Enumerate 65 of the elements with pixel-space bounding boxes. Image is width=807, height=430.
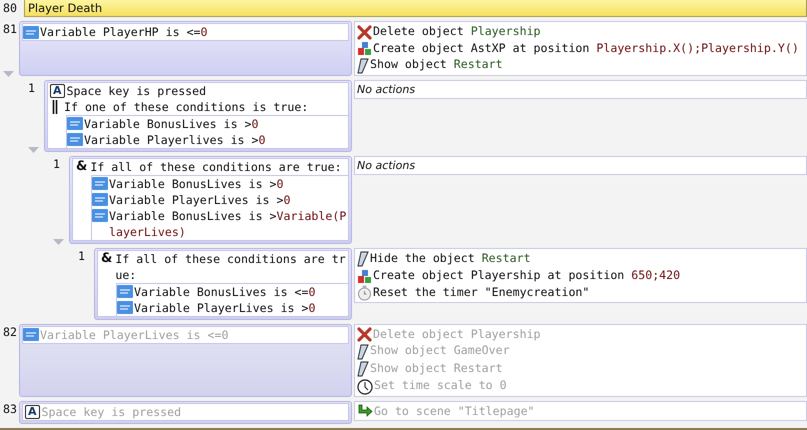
- pencil-icon: [357, 361, 369, 377]
- condition-text: Variable PlayerLives is >0: [134, 300, 316, 316]
- event-number: 1: [27, 80, 36, 96]
- condition-text: Variable PlayerLives is >0: [109, 192, 290, 208]
- condition-panel[interactable]: & If all of these conditions are true: Variable BonusLives is >0 Variable PlayerLives is >0 Variable BonusLives is >Variable(PlayerLives): [69, 156, 352, 244]
- action-text: Delete object Playership: [373, 23, 541, 39]
- collapse-triangle-icon[interactable]: [28, 146, 39, 154]
- action-text: Delete object Playership: [373, 326, 541, 342]
- key-icon: A: [25, 404, 40, 418]
- ampersand-icon: &: [76, 158, 88, 174]
- condition-text: If all of these conditions are true:: [115, 250, 347, 282]
- event-number: 81: [2, 21, 18, 37]
- collapse-triangle-icon[interactable]: [3, 70, 14, 78]
- no-actions-text: No actions: [357, 158, 416, 172]
- condition-panel[interactable]: Variable PlayerHP is <=0: [19, 21, 352, 76]
- arrow-icon: [357, 404, 373, 417]
- condition-text: If all of these conditions are true:: [90, 158, 342, 174]
- condition-text: Variable BonusLives is >0: [109, 176, 284, 192]
- event-number: 82: [2, 324, 18, 340]
- action-text: Show object GameOver: [370, 342, 510, 358]
- pencil-icon: [357, 344, 369, 360]
- condition-text: Variable BonusLives is >0: [84, 116, 259, 132]
- action-text: Reset the timer "Enemycreation": [373, 284, 590, 300]
- key-icon: A: [50, 84, 65, 98]
- stopwatch-icon: [357, 285, 372, 301]
- action-text: Show object Restart: [370, 56, 503, 72]
- variable-icon: [92, 193, 108, 206]
- double-bar-icon: [52, 100, 58, 114]
- variable-icon: [92, 209, 108, 222]
- condition-panel[interactable]: A Space key is pressed If one of these conditions is true: Variable BonusLives is >0 Variable Playerlives is >0: [44, 80, 352, 152]
- action-text: Create object Playership at position 650;420: [373, 267, 680, 283]
- event-number: 1: [52, 156, 61, 172]
- variable-icon: [67, 117, 83, 130]
- variable-icon: [117, 301, 133, 314]
- condition-text: Variable Playerlives is >0: [84, 132, 266, 148]
- ampersand-icon: &: [101, 250, 112, 266]
- condition-text: Variable BonusLives is <=0: [134, 284, 316, 300]
- variable-icon: [23, 26, 39, 38]
- variable-icon: [117, 285, 133, 298]
- action-text: Hide the object Restart: [370, 250, 531, 266]
- condition-panel[interactable]: & If all of these conditions are true: Variable BonusLives is <=0 Variable PlayerLives is >0: [94, 248, 352, 320]
- event-number: 1: [77, 248, 86, 264]
- cross-icon: [357, 24, 372, 40]
- variable-icon: [23, 328, 39, 341]
- collapse-triangle-icon[interactable]: [53, 238, 64, 246]
- condition-text: Variable BonusLives is >Variable(PlayerLives): [109, 208, 348, 240]
- action-text: Show object Restart: [370, 360, 503, 376]
- condition-text: Space key is pressed: [66, 82, 206, 98]
- pencil-icon: [357, 251, 369, 267]
- variable-icon: [67, 133, 83, 146]
- cubes-icon: [357, 41, 372, 56]
- cross-icon: [357, 327, 372, 342]
- condition-text: Space key is pressed: [42, 404, 182, 420]
- event-number: 83: [2, 400, 18, 416]
- cubes-icon: [357, 268, 372, 284]
- action-text: Create object AstXP at position Playership.X();Playership.Y(): [373, 40, 799, 56]
- variable-icon: [92, 177, 108, 190]
- condition-text: If one of these conditions is true:: [64, 98, 308, 114]
- no-actions-text: No actions: [357, 82, 416, 96]
- action-text: Set time scale to 0: [374, 377, 507, 393]
- condition-text: Variable PlayerLives is <=0: [40, 326, 228, 342]
- event-number: 80: [2, 0, 18, 17]
- comment-bar[interactable]: Player Death: [24, 0, 807, 17]
- action-text: Go to scene "Titlepage": [374, 402, 535, 418]
- condition-text: Variable PlayerHP is <=0: [40, 24, 208, 40]
